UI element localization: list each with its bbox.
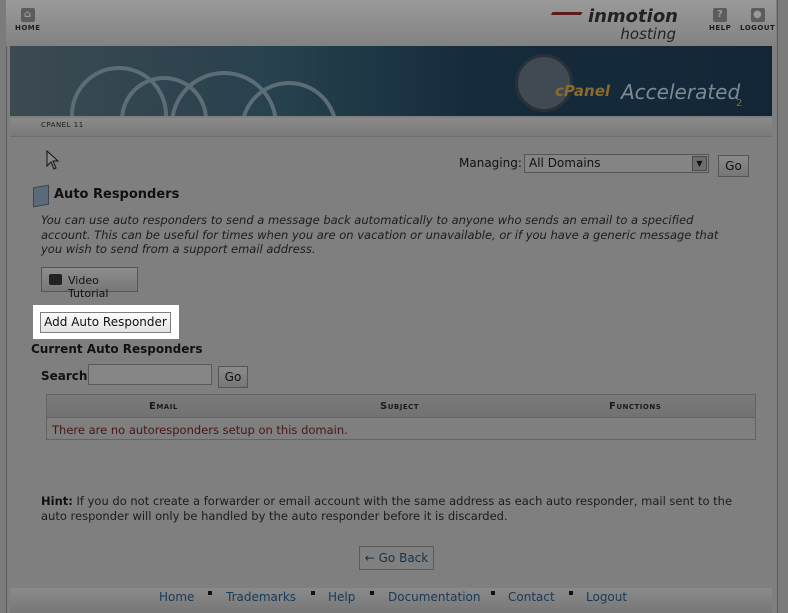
column-subject[interactable]: Subject <box>380 401 419 412</box>
help-icon: ? <box>713 8 728 22</box>
video-tutorial-button[interactable]: Video Tutorial <box>41 267 138 300</box>
autoresponders-table: Email Subject Functions There are no aut… <box>46 394 756 440</box>
logout-nav[interactable]: ● LOGOUT <box>740 8 775 32</box>
help-label: HELP <box>709 24 732 32</box>
column-functions: Functions <box>609 401 662 412</box>
managing-label: Managing: <box>459 156 522 170</box>
footer-link-trademarks[interactable]: Trademarks <box>226 590 296 604</box>
home-label: HOME <box>15 24 41 32</box>
search-label: Search <box>41 369 88 383</box>
footer-separator <box>491 591 495 595</box>
hint-body: If you do not create a forwarder or emai… <box>41 494 733 523</box>
footer-link-contact[interactable]: Contact <box>508 590 555 604</box>
go-back-button[interactable]: ← Go Back <box>359 546 434 570</box>
home-nav[interactable]: ⌂ HOME <box>15 8 41 32</box>
inmotion-logo[interactable]: inmotion hosting <box>547 6 688 44</box>
logo-swoosh <box>547 12 583 21</box>
autoresponder-icon <box>33 184 49 208</box>
user-icon: ● <box>750 8 765 22</box>
search-input[interactable] <box>88 364 212 385</box>
domain-select-value: All Domains <box>529 156 601 170</box>
table-header: Email Subject Functions <box>47 395 755 418</box>
logo-line2: hosting <box>620 25 676 43</box>
breadcrumb-text: CPANEL 11 <box>41 121 84 129</box>
domain-select[interactable]: All Domains ▼ <box>524 154 709 173</box>
footer-link-help[interactable]: Help <box>328 590 355 604</box>
brand-suffix: 2 <box>736 98 743 109</box>
help-nav[interactable]: ? HELP <box>709 8 731 32</box>
footer-separator <box>569 591 573 595</box>
header-banner: cPanel Accelerated 2 <box>10 46 772 116</box>
add-auto-responder-button[interactable]: Add Auto Responder <box>40 312 171 333</box>
chevron-down-icon[interactable]: ▼ <box>692 156 707 171</box>
page-description: You can use auto responders to send a me… <box>41 213 719 256</box>
footer-link-home[interactable]: Home <box>159 590 194 604</box>
brand-word2: Accelerated <box>621 80 741 104</box>
breadcrumb: CPANEL 11 <box>10 118 772 137</box>
footer-link-documentation[interactable]: Documentation <box>388 590 481 604</box>
footer-separator <box>370 591 374 595</box>
logout-label: LOGOUT <box>740 24 776 32</box>
managing-go-button[interactable]: Go <box>718 155 749 177</box>
home-icon: ⌂ <box>20 8 35 22</box>
video-tutorial-label: Video Tutorial <box>68 274 109 300</box>
footer: Home Trademarks Help Documentation Conta… <box>10 588 772 613</box>
footer-separator <box>311 591 315 595</box>
search-go-button[interactable]: Go <box>218 366 248 388</box>
hint-label: Hint: <box>41 494 73 508</box>
mouse-cursor-icon <box>46 150 60 170</box>
video-camera-icon <box>49 274 62 285</box>
footer-separator <box>208 591 212 595</box>
current-heading: Current Auto Responders <box>31 342 203 356</box>
cpanel-brand: cPanel Accelerated 2 <box>515 54 765 112</box>
logo-line1: inmotion <box>587 6 678 27</box>
column-email[interactable]: Email <box>149 401 178 412</box>
hint-text: Hint: If you do not create a forwarder o… <box>41 494 751 523</box>
footer-link-logout[interactable]: Logout <box>586 590 627 604</box>
empty-message: There are no autoresponders setup on thi… <box>52 423 348 437</box>
page-title: Auto Responders <box>54 187 180 202</box>
brand-word1: cPanel <box>555 82 611 100</box>
